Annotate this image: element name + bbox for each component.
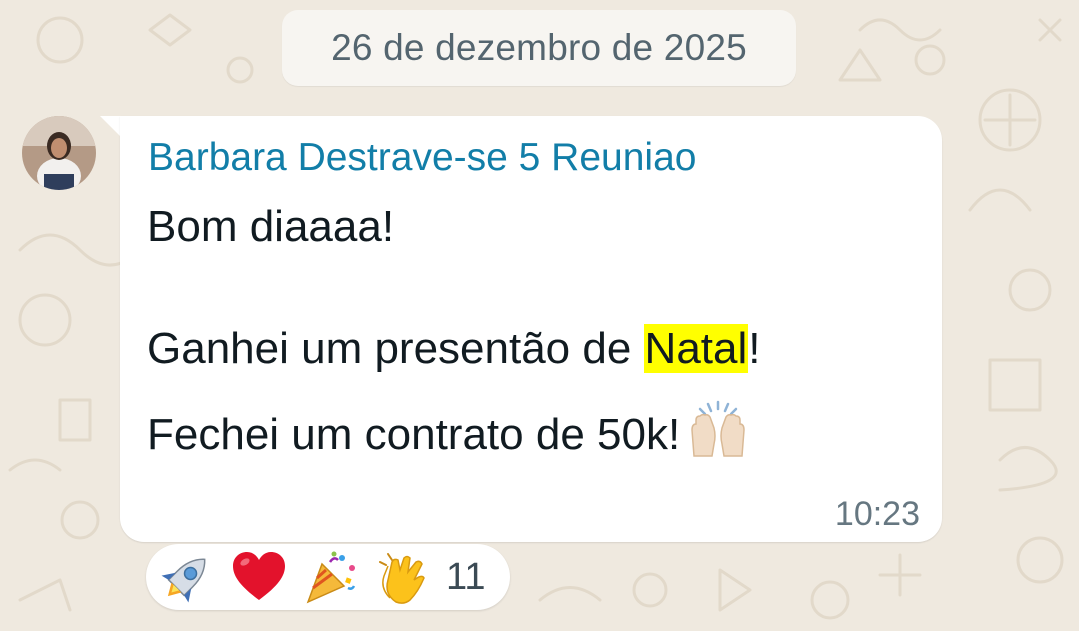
message-line-3: Fechei um contrato de 50k!: [147, 400, 748, 469]
avatar-photo: [22, 116, 96, 190]
avatar[interactable]: [22, 116, 96, 190]
reactions-bar[interactable]: 11: [146, 544, 510, 610]
sender-name[interactable]: Barbara Destrave-se 5 Reuniao: [148, 136, 696, 180]
message-line-2: Ganhei um presentão de Natal!: [147, 324, 761, 374]
reaction-count: 11: [446, 555, 486, 598]
message-line-3-text: Fechei um contrato de 50k!: [147, 410, 681, 459]
date-separator: 26 de dezembro de 2025: [282, 10, 796, 86]
message-bubble[interactable]: Barbara Destrave-se 5 Reuniao Bom diaaaa…: [120, 116, 942, 542]
highlighted-word: Natal: [643, 324, 749, 373]
message-timestamp: 10:23: [834, 495, 920, 533]
raising-hands-icon: [688, 400, 748, 469]
date-separator-label: 26 de dezembro de 2025: [331, 27, 747, 68]
rocket-icon[interactable]: [158, 548, 216, 606]
red-heart-icon[interactable]: [230, 548, 288, 606]
message-line-1: Bom diaaaa!: [147, 202, 395, 251]
message-line-2-end: !: [748, 324, 761, 373]
message-line-2-text: Ganhei um presentão de: [147, 324, 644, 373]
clapping-hands-icon[interactable]: [374, 548, 432, 606]
party-popper-icon[interactable]: [302, 548, 360, 606]
